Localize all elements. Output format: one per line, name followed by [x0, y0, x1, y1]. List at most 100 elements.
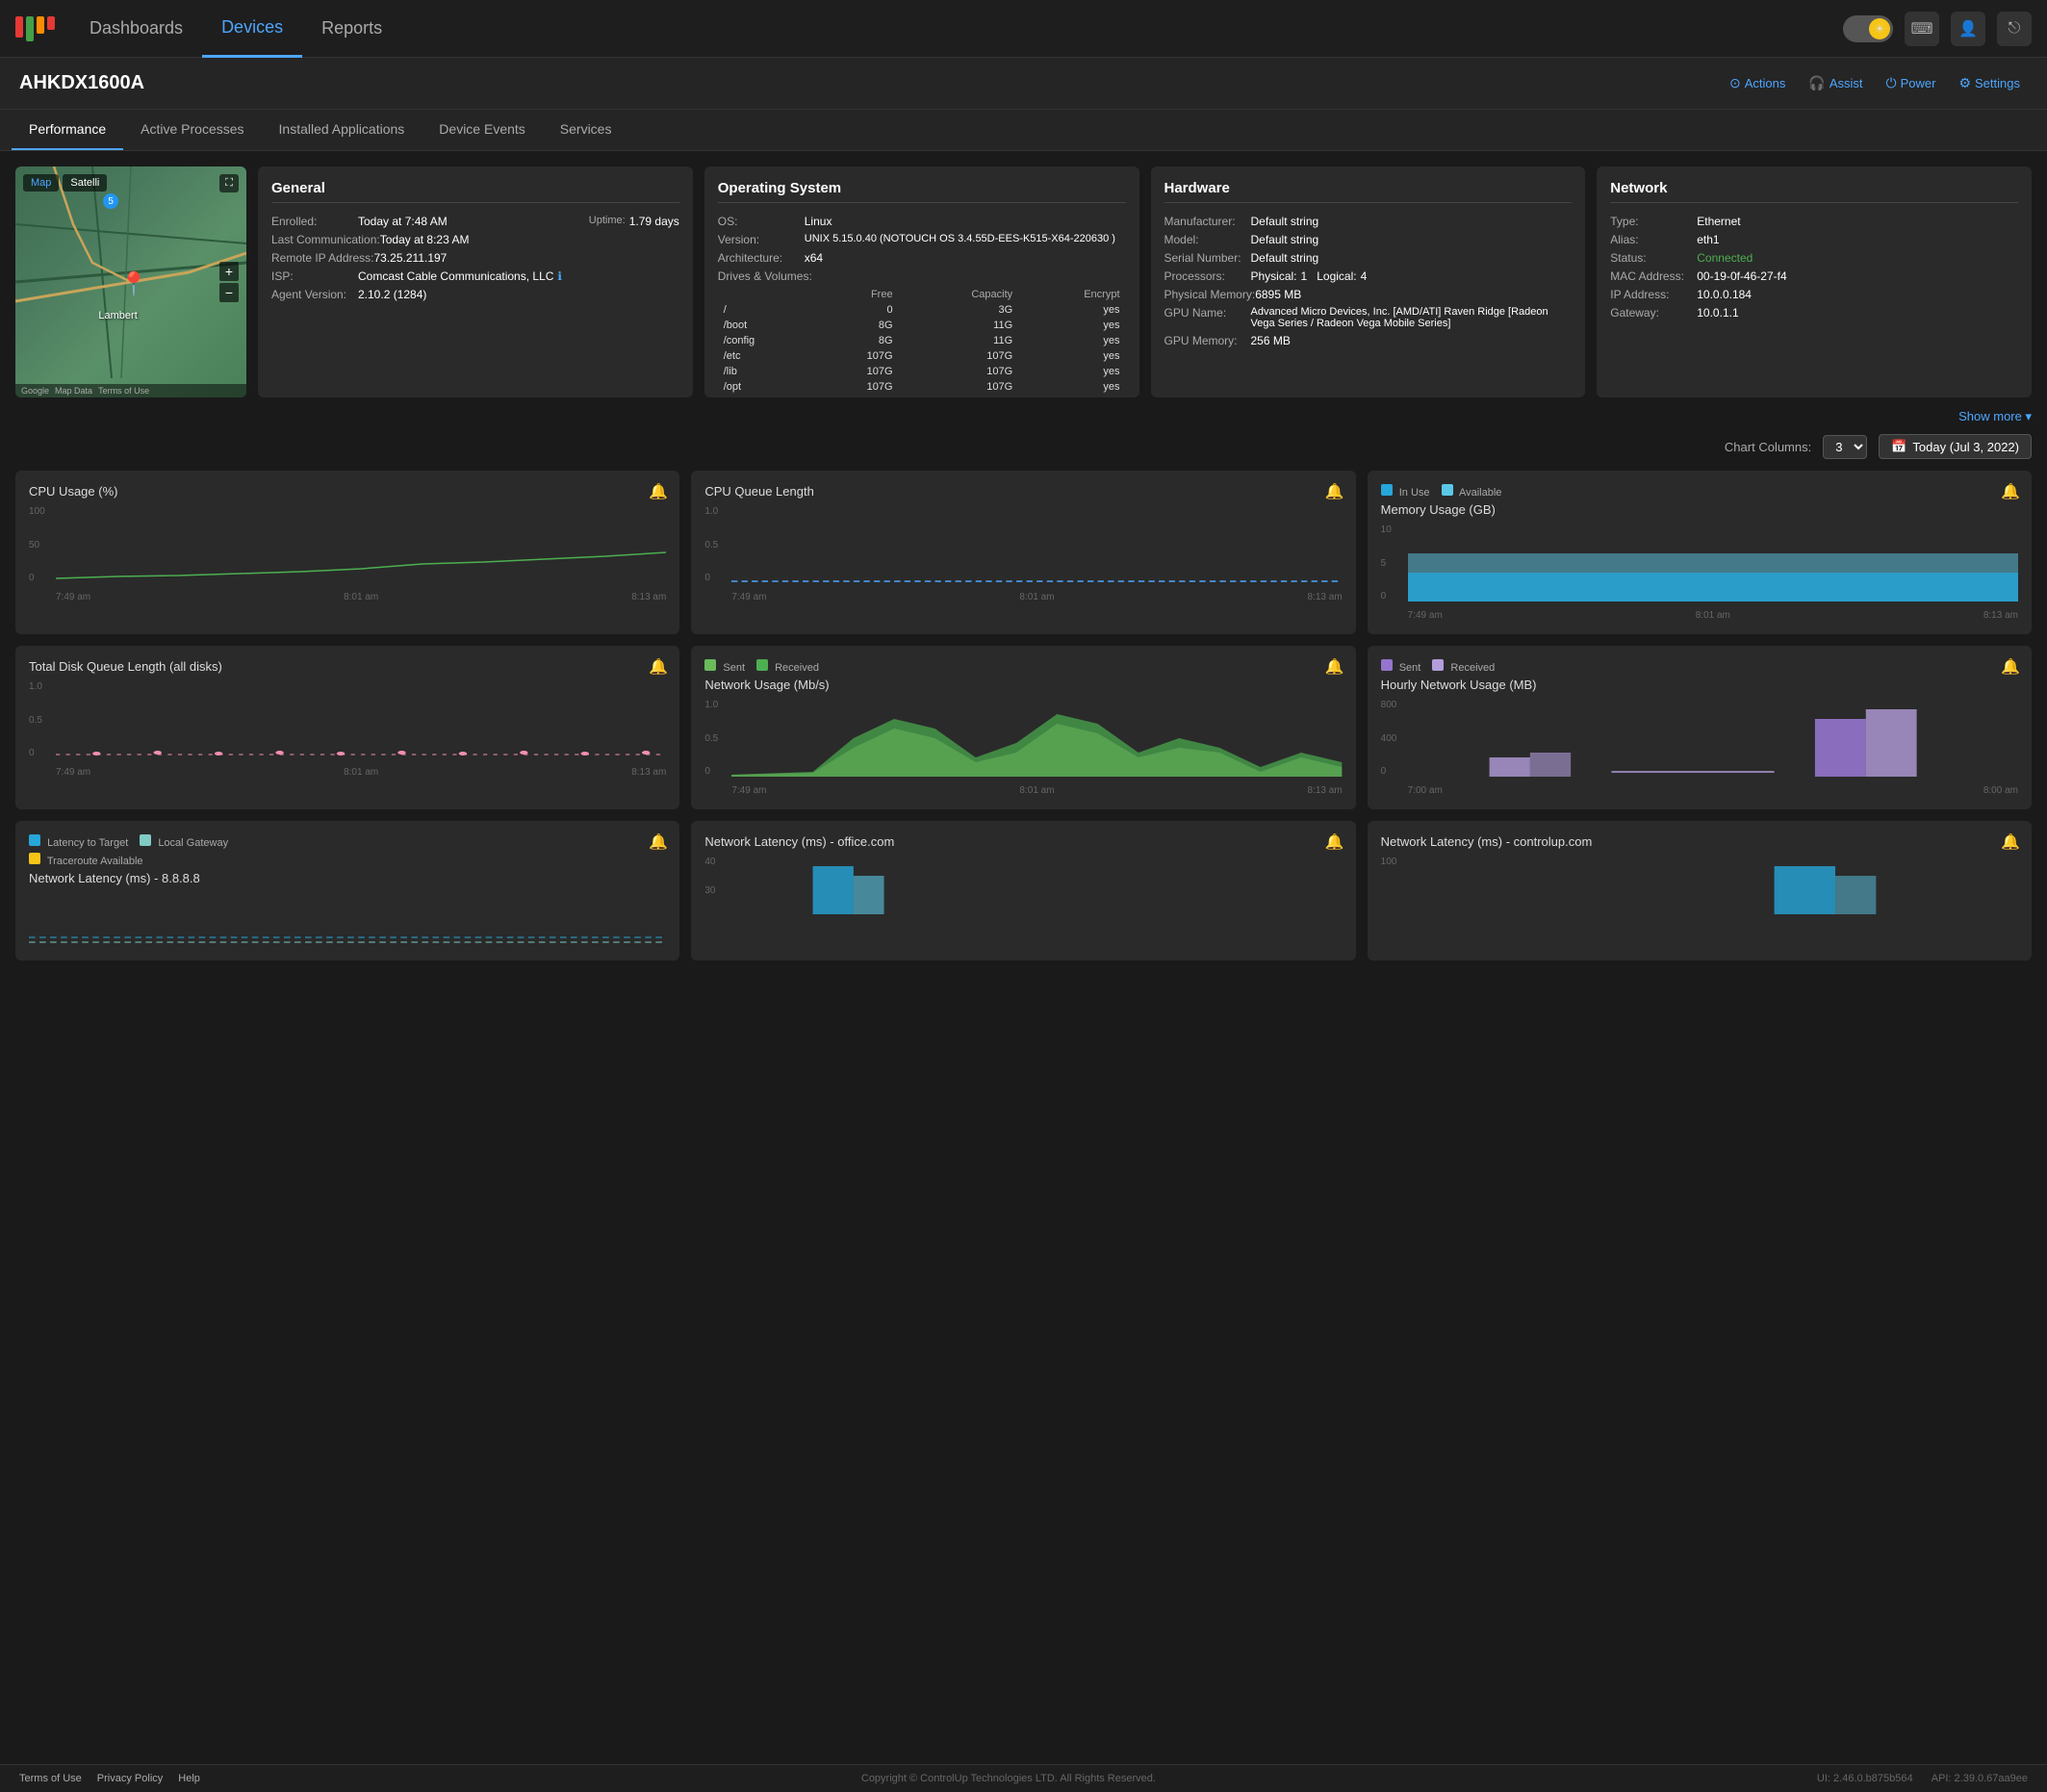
yh-400: 400	[1381, 733, 1408, 744]
agent-label: Agent Version:	[271, 288, 358, 301]
zoom-out-btn[interactable]: −	[219, 283, 239, 302]
agent-value: 2.10.2 (1284)	[358, 288, 426, 301]
mem-inuse-legend: In Use	[1381, 484, 1430, 499]
memory-canvas	[1408, 525, 2018, 602]
volume-row: /boot 8G 11G yes	[720, 319, 1124, 332]
vol-mount: /config	[720, 334, 814, 347]
xq-749: 7:49 am	[731, 592, 766, 602]
top-navigation: Dashboards Devices Reports ☀ ⌨ 👤 ⎋	[0, 0, 2047, 58]
net-mac-label: MAC Address:	[1610, 269, 1697, 283]
hw-gpumem-row: GPU Memory: 256 MB	[1164, 334, 1573, 347]
map-view-btn[interactable]: Map	[23, 174, 59, 192]
xq-813: 8:13 am	[1308, 592, 1343, 602]
chart-cols-select[interactable]: 3 2 4	[1823, 435, 1867, 459]
net-ip-row: IP Address: 10.0.0.184	[1610, 288, 2018, 301]
nav-devices[interactable]: Devices	[202, 0, 302, 58]
vol-cap: 107G	[899, 380, 1017, 394]
tab-installed-apps[interactable]: Installed Applications	[262, 110, 422, 150]
mem-avail-dot	[1442, 484, 1453, 496]
settings-button[interactable]: ⚙ Settings	[1951, 71, 2028, 95]
vol-cap: 3G	[899, 303, 1017, 317]
latency-office-bell[interactable]: 🔔	[1325, 832, 1344, 852]
hourly-network-bell[interactable]: 🔔	[2001, 657, 2020, 677]
disk-queue-bell[interactable]: 🔔	[649, 657, 668, 677]
isp-label: ISP:	[271, 269, 358, 283]
os-row: OS: Linux	[718, 215, 1126, 228]
vol-mount: /	[720, 303, 814, 317]
lat-traceroute-legend: Traceroute Available	[29, 853, 143, 867]
net-gateway-value: 10.0.1.1	[1697, 306, 1738, 320]
os-arch-row: Architecture: x64	[718, 251, 1126, 265]
yd-00: 0	[29, 748, 56, 758]
show-more-label: Show more	[1958, 409, 2022, 423]
hw-gpumem-value: 256 MB	[1251, 334, 1291, 347]
isp-info-icon[interactable]: ℹ	[557, 269, 562, 283]
terms-link[interactable]: Terms of Use	[19, 1773, 82, 1784]
net-ip-label: IP Address:	[1610, 288, 1697, 301]
hw-processors-row: Processors: Physical: 1 Logical: 4	[1164, 269, 1573, 283]
hardware-card: Hardware Manufacturer: Default string Mo…	[1151, 166, 1586, 397]
hw-manufacturer-value: Default string	[1251, 215, 1319, 228]
toggle-knob: ☀	[1869, 18, 1890, 39]
latency-8888-bell[interactable]: 🔔	[649, 832, 668, 852]
net-status-label: Status:	[1610, 251, 1697, 265]
zoom-in-btn[interactable]: +	[219, 262, 239, 281]
enrolled-value: Today at 7:48 AM	[358, 215, 448, 228]
network-usage-bell[interactable]: 🔔	[1325, 657, 1344, 677]
hw-serial-label: Serial Number:	[1164, 251, 1251, 265]
memory-title: Memory Usage (GB)	[1381, 502, 2018, 517]
volume-row: /etc 107G 107G yes	[720, 349, 1124, 363]
y-10: 1.0	[704, 506, 731, 517]
privacy-link[interactable]: Privacy Policy	[97, 1773, 163, 1784]
net-mac-value: 00-19-0f-46-27-f4	[1697, 269, 1786, 283]
memory-bell[interactable]: 🔔	[2001, 482, 2020, 501]
vol-enc: yes	[1018, 349, 1123, 363]
net-status-value: Connected	[1697, 251, 1753, 265]
tab-device-events[interactable]: Device Events	[422, 110, 542, 150]
user-icon-btn[interactable]: 👤	[1951, 12, 1985, 46]
help-link[interactable]: Help	[178, 1773, 200, 1784]
tab-performance[interactable]: Performance	[12, 110, 123, 150]
map-controls: Map Satelli	[23, 174, 107, 192]
net-status-row: Status: Connected	[1610, 251, 2018, 265]
satellite-view-btn[interactable]: Satelli	[63, 174, 107, 192]
nav-reports[interactable]: Reports	[302, 0, 401, 58]
charts-grid-row1: CPU Usage (%) 🔔 100 50 0 7:49 am 8:01 am…	[15, 471, 2032, 634]
xm-801: 8:01 am	[1696, 610, 1730, 621]
cpu-queue-bell[interactable]: 🔔	[1325, 482, 1344, 501]
memory-y-labels: 10 5 0	[1381, 525, 1408, 602]
actions-button[interactable]: ⊙ Actions	[1722, 71, 1793, 95]
cpu-usage-bell[interactable]: 🔔	[649, 482, 668, 501]
map-expand-btn[interactable]: ⛶	[219, 174, 239, 192]
map-zoom-controls: + −	[219, 262, 239, 302]
map-inner: Map Satelli ⛶ 5 📍 Lambert + − Google Map…	[15, 166, 246, 397]
power-button[interactable]: ⏻ Power	[1879, 71, 1944, 95]
remote-ip-row: Remote IP Address: 73.25.211.197	[271, 251, 679, 265]
nav-dashboards[interactable]: Dashboards	[70, 0, 202, 58]
xm-813: 8:13 am	[1983, 610, 2018, 621]
theme-toggle[interactable]: ☀	[1843, 15, 1893, 42]
agent-row: Agent Version: 2.10.2 (1284)	[271, 288, 679, 301]
tabs-bar: Performance Active Processes Installed A…	[0, 110, 2047, 151]
net-recv-dot	[756, 659, 768, 671]
y-50: 50	[29, 540, 56, 550]
show-more-button[interactable]: Show more ▾	[1958, 409, 2032, 424]
yo-30: 30	[704, 885, 731, 896]
keyboard-icon-btn[interactable]: ⌨	[1905, 12, 1939, 46]
memory-x-labels: 7:49 am 8:01 am 8:13 am	[1408, 610, 2018, 621]
date-picker-btn[interactable]: 📅 Today (Jul 3, 2022)	[1879, 434, 2032, 459]
hw-gpu-label: GPU Name:	[1164, 306, 1251, 329]
assist-button[interactable]: 🎧 Assist	[1801, 71, 1870, 95]
tab-services[interactable]: Services	[543, 110, 629, 150]
hw-model-value: Default string	[1251, 233, 1319, 246]
device-name: AHKDX1600A	[19, 72, 144, 94]
memory-area: 10 5 0 7:49 am 8:01 am 8:13 am	[1381, 525, 2018, 621]
latency-controlup-bell[interactable]: 🔔	[2001, 832, 2020, 852]
hw-physmem-value: 6895 MB	[1255, 288, 1301, 301]
x-749: 7:49 am	[56, 592, 90, 602]
footer-copyright: Copyright © ControlUp Technologies LTD. …	[861, 1773, 1156, 1784]
logout-icon-btn[interactable]: ⎋	[1997, 12, 2032, 46]
hw-gpumem-label: GPU Memory:	[1164, 334, 1251, 347]
main-content: Map Satelli ⛶ 5 📍 Lambert + − Google Map…	[0, 151, 2047, 1764]
tab-active-processes[interactable]: Active Processes	[123, 110, 261, 150]
